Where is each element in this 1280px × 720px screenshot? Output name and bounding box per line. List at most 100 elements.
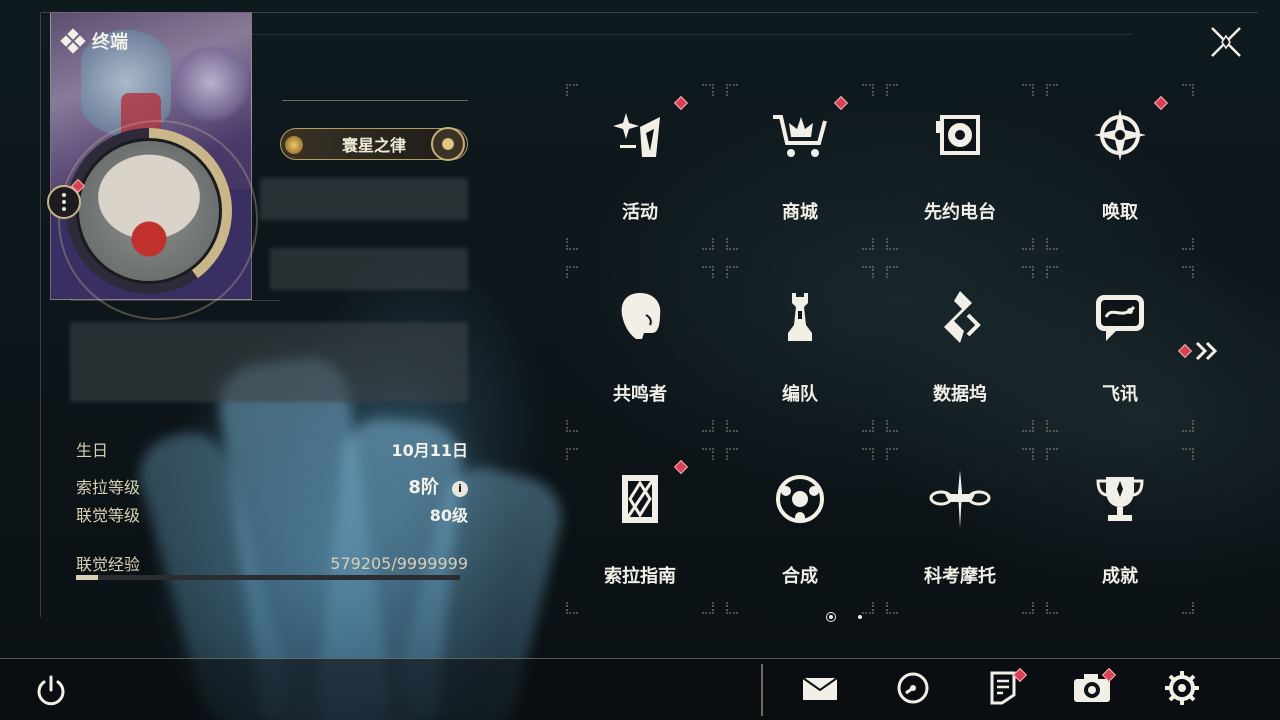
trophy-icon bbox=[1085, 464, 1155, 534]
menu-item-10[interactable]: 科考摩托 bbox=[880, 444, 1040, 614]
cell-corner bbox=[862, 420, 874, 432]
profile-divider bbox=[70, 300, 280, 301]
cell-corner bbox=[702, 420, 714, 432]
union-exp-row: 联觉经验 579205/9999999 bbox=[76, 551, 468, 575]
cell-corner bbox=[1022, 238, 1034, 250]
menu-item-7[interactable]: 飞讯 bbox=[1040, 262, 1200, 432]
sparkle-icon bbox=[605, 100, 675, 170]
mail-button[interactable] bbox=[800, 672, 840, 708]
menu-item-8[interactable]: 索拉指南 bbox=[560, 444, 720, 614]
signature-redacted[interactable] bbox=[70, 322, 468, 402]
menu-item-label: 飞讯 bbox=[1102, 384, 1138, 405]
menu-item-label: 索拉指南 bbox=[604, 566, 676, 587]
cell-corner bbox=[886, 448, 898, 460]
union-level-label: 联觉等级 bbox=[76, 506, 141, 525]
avatar[interactable] bbox=[66, 128, 232, 294]
cell-corner bbox=[1182, 602, 1194, 614]
cell-corner bbox=[566, 420, 578, 432]
shopping-cart-icon bbox=[765, 100, 835, 170]
cell-corner bbox=[886, 266, 898, 278]
sola-level-value: 8阶 bbox=[408, 477, 439, 498]
cell-corner bbox=[886, 420, 898, 432]
double-chevron-right-icon bbox=[1195, 341, 1218, 361]
menu-item-label: 先约电台 bbox=[924, 202, 996, 223]
frame-inner-line bbox=[252, 34, 1132, 35]
notice-icon bbox=[988, 671, 1018, 709]
player-name-redacted bbox=[260, 178, 468, 220]
cell-corner bbox=[726, 84, 738, 96]
notice-button[interactable] bbox=[983, 667, 1028, 709]
terminal-title: 终端 bbox=[60, 28, 128, 54]
cell-corner bbox=[862, 266, 874, 278]
cell-corner bbox=[726, 420, 738, 432]
settings-button[interactable] bbox=[1162, 670, 1202, 710]
notification-badge bbox=[1153, 95, 1169, 111]
page-dot[interactable] bbox=[858, 615, 862, 619]
cell-corner bbox=[566, 602, 578, 614]
menu-item-label: 科考摩托 bbox=[924, 566, 996, 587]
close-icon[interactable] bbox=[1208, 24, 1244, 60]
cell-corner bbox=[566, 238, 578, 250]
menu-item-9[interactable]: 合成 bbox=[720, 444, 880, 614]
cell-corner bbox=[1046, 448, 1058, 460]
cell-corner bbox=[862, 602, 874, 614]
cell-corner bbox=[726, 448, 738, 460]
synthesis-icon bbox=[765, 464, 835, 534]
menu-item-3[interactable]: 唤取 bbox=[1040, 80, 1200, 250]
cell-corner bbox=[1022, 266, 1034, 278]
cell-corner bbox=[1182, 238, 1194, 250]
data-dock-icon bbox=[925, 282, 995, 352]
menu-item-label: 活动 bbox=[622, 202, 658, 223]
cell-corner bbox=[702, 238, 714, 250]
menu-item-label: 共鸣者 bbox=[613, 384, 667, 405]
cell-corner bbox=[1046, 84, 1058, 96]
union-level-value: 80级 bbox=[429, 506, 468, 525]
menu-item-0[interactable]: 活动 bbox=[560, 80, 720, 250]
camera-button[interactable] bbox=[1072, 667, 1117, 708]
menu-item-2[interactable]: 先约电台 bbox=[880, 80, 1040, 250]
union-exp-bar bbox=[76, 575, 460, 580]
cell-corner bbox=[1022, 448, 1034, 460]
player-title-text: 寰星之律 bbox=[341, 136, 406, 155]
character-icon bbox=[605, 282, 675, 352]
cell-corner bbox=[702, 266, 714, 278]
menu-item-6[interactable]: 数据坞 bbox=[880, 262, 1040, 432]
info-icon[interactable]: i bbox=[452, 480, 468, 497]
birthday-label: 生日 bbox=[76, 441, 109, 460]
cell-corner bbox=[1182, 448, 1194, 460]
cell-corner bbox=[1022, 84, 1034, 96]
next-page-button[interactable] bbox=[1177, 340, 1220, 362]
union-exp-label: 联觉经验 bbox=[76, 555, 141, 574]
union-level-row: 联觉等级 80级 bbox=[76, 502, 468, 526]
player-title-badge[interactable]: 寰星之律 bbox=[280, 127, 468, 161]
menu-item-label: 编队 bbox=[782, 384, 818, 405]
menu-item-5[interactable]: 编队 bbox=[720, 262, 880, 432]
notification-badge bbox=[673, 459, 689, 475]
birthday-row: 生日 10月11日 bbox=[76, 437, 468, 461]
page-dot-active[interactable] bbox=[826, 612, 836, 622]
function-grid: 活动 商城 先约电台 唤取共鸣者 编队 数据坞 飞讯索拉指南 合成 科考摩托 成就 bbox=[560, 80, 1200, 614]
menu-item-label: 数据坞 bbox=[933, 384, 987, 405]
cell-corner bbox=[1182, 84, 1194, 96]
power-icon[interactable] bbox=[34, 674, 68, 708]
menu-item-1[interactable]: 商城 bbox=[720, 80, 880, 250]
menu-item-11[interactable]: 成就 bbox=[1040, 444, 1200, 614]
radio-icon bbox=[925, 100, 995, 170]
compass-star-icon bbox=[1085, 100, 1155, 170]
cell-corner bbox=[1046, 266, 1058, 278]
cell-corner bbox=[566, 266, 578, 278]
avatar-portrait bbox=[76, 138, 222, 284]
menu-item-label: 商城 bbox=[782, 202, 818, 223]
cell-corner bbox=[1182, 420, 1194, 432]
clock-button[interactable] bbox=[893, 672, 933, 708]
menu-item-4[interactable]: 共鸣者 bbox=[560, 262, 720, 432]
cell-corner bbox=[862, 84, 874, 96]
cell-corner bbox=[886, 84, 898, 96]
gear-icon bbox=[1164, 670, 1200, 710]
cell-corner bbox=[702, 448, 714, 460]
terminal-icon bbox=[60, 28, 86, 54]
chat-icon bbox=[1085, 282, 1155, 352]
union-exp-value: 579205/9999999 bbox=[330, 553, 468, 573]
cell-corner bbox=[1046, 602, 1058, 614]
cell-corner bbox=[726, 266, 738, 278]
